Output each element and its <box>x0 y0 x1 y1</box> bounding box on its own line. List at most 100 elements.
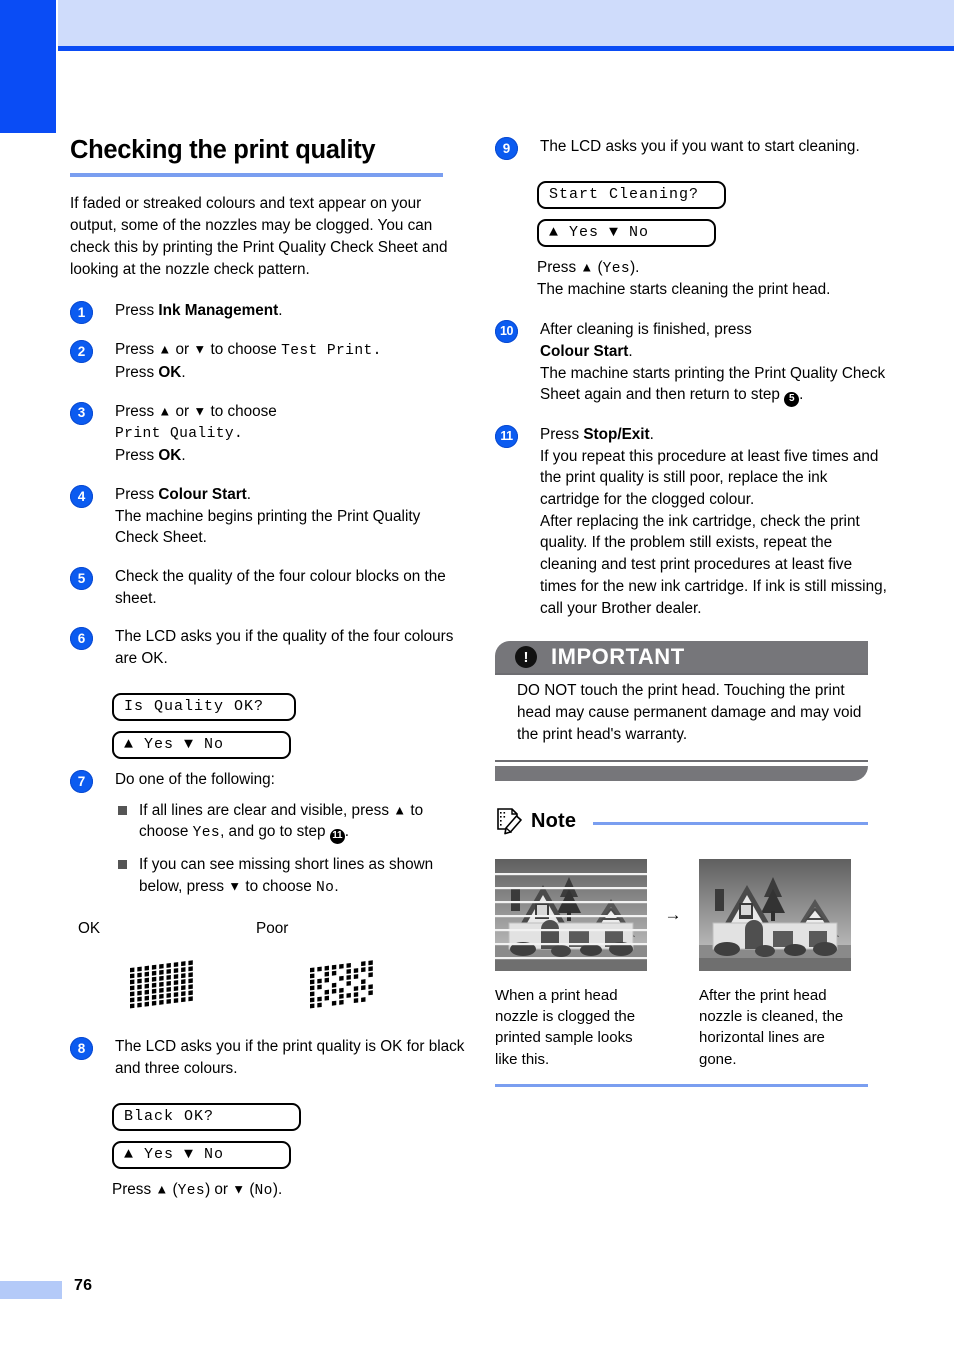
step-7: 7 Do one of the following: If all lines … <box>70 769 466 899</box>
lcd-display-group: ▲ Yes ▼ No <box>112 725 466 759</box>
page-header-band <box>58 0 954 46</box>
step-8: 8 The LCD asks you if the print quality … <box>70 1036 466 1079</box>
lcd-message-start-cleaning: Start Cleaning? <box>537 180 726 209</box>
step-badge: 11 <box>495 424 518 448</box>
step-3: 3 Press ▲ or ▼ to choose Print Quality. … <box>70 401 466 467</box>
list-item: If you can see missing short lines as sh… <box>115 854 466 898</box>
up-arrow-icon: ▲ <box>158 403 172 419</box>
lcd-yes-no-prompt: ▲ Yes ▼ No <box>112 1140 291 1169</box>
step-text-part: ) or <box>205 1180 233 1198</box>
pattern-label-poor: Poor <box>256 920 289 938</box>
step-text-part: Press <box>115 485 159 503</box>
step-text-part: Do one of the following: <box>115 770 275 788</box>
step-badge: 5 <box>70 566 93 590</box>
step-text: The LCD asks you if the quality of the f… <box>115 628 454 668</box>
list-item: If all lines are clear and visible, pres… <box>115 800 466 844</box>
important-callout: ! IMPORTANT DO NOT touch the print head.… <box>495 641 868 781</box>
step-text-part: After cleaning is finished, press <box>540 321 752 339</box>
bullet-text-part: . <box>334 877 339 895</box>
button-name: Stop/Exit <box>583 425 650 443</box>
step-text-part: The machine begins printing the Print Qu… <box>115 507 421 547</box>
step-reference-badge: 5 <box>784 391 800 407</box>
step-text-part: ( <box>168 1180 178 1198</box>
note-title: Note <box>531 810 577 833</box>
step-text: Check the quality of the four colour blo… <box>115 567 446 607</box>
step-text-part: ). <box>272 1180 283 1198</box>
exclamation-icon: ! <box>515 646 537 669</box>
step-text-part: to choose <box>206 341 282 359</box>
photo-clogged-sample <box>495 858 647 971</box>
step-text-part: . <box>181 363 186 381</box>
step-text-part: . <box>649 425 654 443</box>
step-text: Press Stop/Exit. If you repeat this proc… <box>540 424 891 619</box>
lcd-yes-no-prompt: ▲ Yes ▼ No <box>537 218 716 247</box>
lcd-yes-no-prompt: ▲ Yes ▼ No <box>112 730 291 759</box>
button-name: Colour Start <box>540 342 629 360</box>
step-badge: 10 <box>495 320 518 344</box>
step-text-part: . <box>628 342 633 360</box>
step-text-part: Press <box>115 302 159 320</box>
left-column: Checking the print quality If faded or s… <box>70 136 466 1202</box>
step-11: 11 Press Stop/Exit. If you repeat this p… <box>495 424 891 619</box>
lcd-menu-value: No <box>254 1182 273 1199</box>
step-badge: 7 <box>70 769 93 793</box>
lcd-display-group: Start Cleaning? <box>537 175 891 209</box>
lcd-message-is-quality-ok: Is Quality OK? <box>112 692 296 721</box>
step-text: Do one of the following: If all lines ar… <box>115 769 466 899</box>
step-badge: 4 <box>70 484 93 508</box>
note-callout: Note → When a print head nozzle is clogg… <box>495 807 868 1088</box>
step-text-part: ( <box>245 1180 255 1198</box>
button-name: Ink Management <box>158 302 279 320</box>
step-badge: 6 <box>70 627 93 651</box>
step-text-part: Press <box>540 425 584 443</box>
lcd-display-group: Is Quality OK? <box>112 687 466 721</box>
page-footer-bar <box>0 1281 62 1299</box>
step-text-part: . <box>799 386 804 404</box>
page-header-rule <box>58 46 954 51</box>
nozzle-check-patterns <box>70 952 466 1026</box>
down-arrow-icon: ▼ <box>228 878 242 894</box>
step-5: 5 Check the quality of the four colour b… <box>70 566 466 609</box>
important-footer <box>495 765 868 781</box>
step-text-part: . <box>246 485 251 503</box>
bullet-text-part: If all lines are clear and visible, pres… <box>139 801 394 819</box>
step-1: 1 Press Ink Management. <box>70 300 466 325</box>
pattern-label-ok: OK <box>78 920 101 938</box>
step-text-part: . <box>181 447 186 465</box>
page-title: Checking the print quality <box>70 136 376 164</box>
important-title: IMPORTANT <box>551 644 685 670</box>
nozzle-pattern-poor-image <box>310 960 373 1009</box>
page-number: 76 <box>74 1277 93 1294</box>
step-text-part: ( <box>593 258 603 276</box>
step-9: 9 The LCD asks you if you want to start … <box>495 136 891 160</box>
step-text: Press Colour Start. The machine begins p… <box>115 484 466 549</box>
step-text: After cleaning is finished, press Colour… <box>540 319 891 407</box>
step-10: 10 After cleaning is finished, press Col… <box>495 319 891 407</box>
lcd-menu-value: Print Quality. <box>115 426 244 443</box>
step-text-part: Press <box>115 402 159 420</box>
pattern-labels: OK Poor <box>70 920 466 948</box>
step-text: Press Ink Management. <box>115 300 466 322</box>
step-text: Press ▲ or ▼ to choose Print Quality. Pr… <box>115 401 466 467</box>
step-badge: 2 <box>70 340 93 364</box>
important-body: DO NOT touch the print head. Touching th… <box>517 682 862 743</box>
down-arrow-icon: ▼ <box>193 403 207 419</box>
bullet-text-part: to choose <box>241 877 316 895</box>
title-underline <box>70 173 443 178</box>
lcd-menu-value: Yes <box>177 1182 206 1199</box>
step-2: 2 Press ▲ or ▼ to choose Test Print. Pre… <box>70 339 466 383</box>
step-badge: 1 <box>70 301 93 325</box>
lcd-message-black-ok: Black OK? <box>112 1102 301 1131</box>
note-figures: → <box>495 858 868 971</box>
important-header: ! IMPORTANT <box>495 641 868 674</box>
step-text-part: Press <box>115 363 159 381</box>
step-text-part: If you repeat this procedure at least fi… <box>540 447 879 508</box>
up-arrow-icon: ▲ <box>580 259 594 275</box>
right-column: 9 The LCD asks you if you want to start … <box>495 136 891 1088</box>
lcd-display-group: Black OK? <box>112 1097 466 1131</box>
step-text-part: Press <box>115 341 159 359</box>
step-4: 4 Press Colour Start. The machine begins… <box>70 484 466 549</box>
step-text: Press ▲ or ▼ to choose Test Print. Press… <box>115 339 466 383</box>
step-badge: 3 <box>70 401 93 425</box>
down-arrow-icon: ▼ <box>232 1181 246 1197</box>
